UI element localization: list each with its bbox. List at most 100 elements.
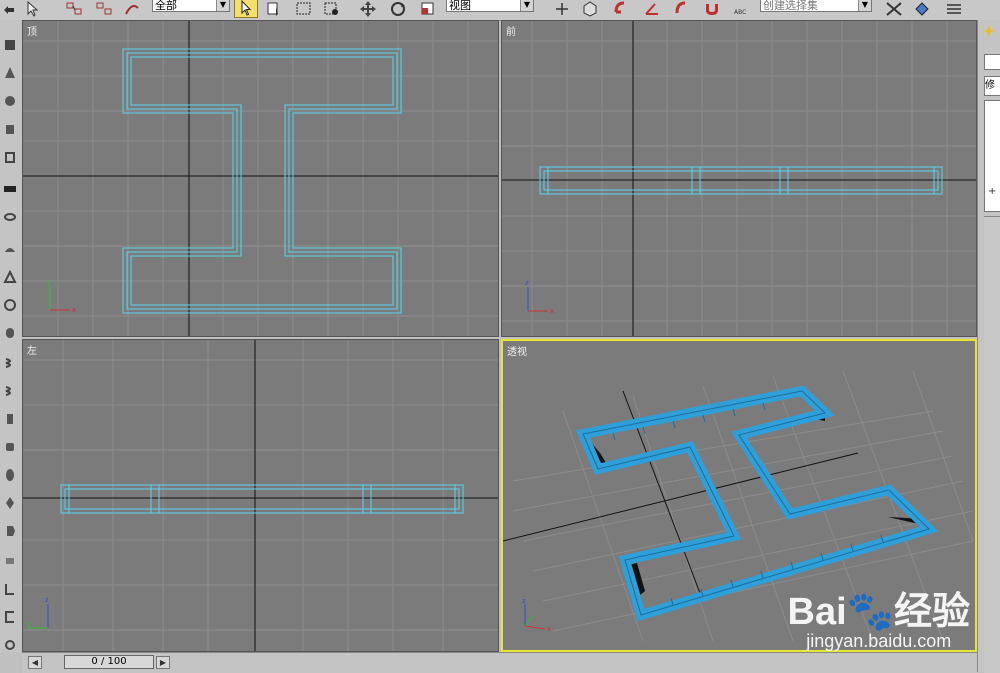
tube-icon[interactable] [3, 150, 17, 164]
geosphere-icon[interactable] [3, 298, 17, 312]
modifier-tab-label: 修 [985, 80, 995, 91]
selection-filter-dropdown[interactable]: 全部 ▼ [152, 0, 230, 12]
gengon-icon[interactable] [3, 524, 17, 538]
undo-icon[interactable] [0, 0, 20, 18]
viewport-front[interactable]: 前 z x [501, 20, 977, 337]
mirror-icon[interactable] [884, 0, 904, 18]
time-slider-bar: ◀ 0 / 100 ▶ [22, 652, 977, 673]
edit-named-selection-icon[interactable]: ABC [732, 0, 752, 18]
move-icon[interactable] [358, 0, 378, 18]
axis-tripod: y x [47, 278, 76, 314]
capsule-icon[interactable] [3, 326, 17, 340]
viewport-top[interactable]: 顶 y x [22, 20, 499, 337]
axis-tripod: z x [522, 597, 551, 633]
chevron-down-icon: ▼ [216, 0, 229, 11]
world-axis [502, 21, 976, 336]
svg-text:y: y [47, 278, 51, 286]
select-manipulate-icon[interactable] [580, 0, 600, 18]
rotate-icon[interactable] [388, 0, 408, 18]
parameters-rollout [984, 216, 1000, 673]
viewport-label-top[interactable]: 顶 [27, 23, 37, 38]
world-axis [23, 340, 498, 651]
reference-coord-dropdown[interactable]: 视图 ▼ [446, 0, 534, 12]
baidu-jingyan-watermark: Bai🐾经验 jingyan.baidu.com [788, 593, 970, 652]
grid [502, 21, 976, 336]
plus-icon[interactable]: + [988, 187, 998, 197]
watermark-brand-left: Bai [787, 591, 847, 633]
watermark-url: jingyan.baidu.com [806, 631, 952, 651]
named-selection-dropdown[interactable]: 创建选择集 ▼ [760, 0, 872, 12]
scale-icon[interactable] [418, 0, 438, 18]
top-view-canvas: y x [23, 21, 498, 336]
chamfer-box-icon[interactable] [3, 440, 17, 454]
unlink-icon[interactable] [94, 0, 114, 18]
front-view-canvas: z x [502, 21, 976, 336]
frame-counter: 0 / 100 [91, 656, 127, 667]
watermark-brand: Bai🐾经验 [788, 593, 970, 631]
ring-wave-icon[interactable] [3, 638, 17, 652]
c-ext-icon[interactable] [3, 610, 17, 624]
teapot-icon[interactable] [3, 242, 17, 256]
object-name-field[interactable] [984, 54, 1000, 70]
region-select-icon[interactable] [294, 0, 314, 18]
grid [23, 340, 498, 651]
torus-icon[interactable] [3, 210, 17, 224]
select-by-name-icon[interactable] [264, 0, 284, 18]
angle-snap-icon[interactable] [642, 0, 662, 18]
viewport-label-left[interactable]: 左 [27, 342, 37, 357]
grid [23, 21, 498, 336]
pyramid-icon[interactable] [3, 269, 17, 284]
left-tool-strip [0, 20, 22, 652]
link-icon[interactable] [64, 0, 84, 18]
chevron-down-icon: ▼ [520, 0, 533, 11]
prev-frame-button[interactable]: ◀ [28, 656, 42, 669]
svg-text:x: x [547, 625, 551, 633]
watermark-brand-right: 经验 [893, 591, 970, 633]
spindle-icon[interactable] [3, 496, 17, 510]
plane-icon[interactable] [3, 180, 17, 194]
align-icon[interactable] [912, 0, 932, 18]
create-tab-icon[interactable] [982, 24, 996, 38]
paw-logo-icon: 🐾 [846, 591, 894, 633]
percent-snap-icon[interactable] [672, 0, 692, 18]
layer-manager-icon[interactable] [944, 0, 964, 18]
selection-filter-value: 全部 [155, 0, 177, 12]
l-ext-icon[interactable] [3, 582, 17, 596]
svg-text:z: z [525, 279, 529, 287]
svg-text:y: y [27, 620, 31, 628]
viewport-label-front[interactable]: 前 [506, 23, 516, 38]
axis-tripod: z y [27, 596, 49, 629]
magnet-icon[interactable] [702, 0, 722, 18]
chevron-down-icon: ▼ [858, 0, 871, 11]
sphere-icon[interactable] [3, 94, 17, 108]
main-toolbar: 全部 ▼ 视图 ▼ ABC 创建选择集 ▼ [0, 0, 1000, 21]
svg-text:z: z [522, 597, 526, 605]
cursor-icon[interactable] [22, 0, 42, 18]
helix-icon[interactable] [3, 356, 17, 370]
hose-icon[interactable] [3, 412, 17, 426]
cylinder-icon[interactable] [3, 122, 17, 136]
bind-icon[interactable] [122, 0, 142, 18]
snap-icon[interactable] [612, 0, 632, 18]
i-shape-wireframe[interactable] [122, 48, 402, 314]
cone-icon[interactable] [3, 66, 17, 80]
viewport-left[interactable]: 左 z y [22, 339, 499, 652]
next-frame-button[interactable]: ▶ [156, 656, 170, 669]
window-crossing-icon[interactable] [322, 0, 342, 18]
i-shape-3d[interactable] [575, 385, 939, 622]
pivot-icon[interactable] [552, 0, 572, 18]
named-selection-value: 创建选择集 [763, 0, 818, 12]
svg-text:x: x [550, 307, 554, 315]
svg-text:ABC: ABC [734, 9, 746, 16]
axis-tripod: z x [525, 279, 554, 315]
oil-tank-icon[interactable] [3, 468, 17, 482]
box-icon[interactable] [3, 38, 17, 52]
viewport-label-perspective[interactable]: 透视 [507, 343, 527, 358]
time-slider[interactable]: 0 / 100 [64, 655, 154, 669]
select-icon[interactable] [234, 0, 258, 18]
spring-icon[interactable] [3, 384, 17, 398]
left-view-canvas: z y [23, 340, 498, 651]
modifier-list-tab[interactable]: 修 [984, 76, 1000, 96]
i-shape-side-wireframe[interactable] [60, 484, 464, 514]
prism-icon[interactable] [3, 554, 17, 568]
